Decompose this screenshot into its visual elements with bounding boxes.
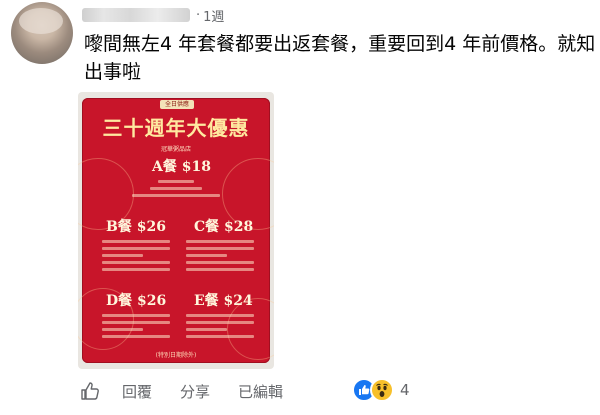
- comment-text: 嚟間無左4 年套餐都要出返套餐，重要回到4 年前價格。就知出事啦: [84, 33, 596, 83]
- reaction-summary[interactable]: 4: [352, 378, 410, 402]
- meal-c-items: [186, 236, 254, 275]
- comment-actions: 回覆 分享 已編輯: [80, 378, 283, 404]
- comment: · 1週 嚟間無左4 年套餐都要出返套餐，重要回到4 年前價格。就知出事啦: [82, 0, 600, 92]
- share-button[interactable]: 分享: [180, 381, 210, 402]
- meal-a: A餐 $18: [152, 156, 211, 176]
- poster-footer: (特別日期除外): [155, 352, 197, 359]
- meal-d-items: [102, 310, 170, 342]
- like-icon: [81, 382, 99, 400]
- meal-b-name: B餐: [106, 219, 132, 235]
- poster-title: 三十週年大優惠: [102, 116, 250, 140]
- meal-b-price: $26: [136, 219, 166, 235]
- attached-photo[interactable]: 全日供應 三十週年大優惠 冠華粥品店 A餐 $18 B餐 $26 C餐 $28: [78, 92, 274, 369]
- meal-a-items: [132, 176, 220, 201]
- meal-b-items: [102, 236, 170, 275]
- time-separator: ·: [196, 7, 201, 23]
- meal-e: E餐 $24: [194, 290, 253, 310]
- meal-a-name: A餐: [152, 159, 177, 175]
- meal-b: B餐 $26: [106, 216, 166, 236]
- meal-e-name: E餐: [194, 293, 219, 309]
- promo-poster: 全日供應 三十週年大優惠 冠華粥品店 A餐 $18 B餐 $26 C餐 $28: [78, 98, 274, 363]
- meal-e-items: [186, 310, 254, 342]
- edited-label[interactable]: 已編輯: [238, 381, 283, 402]
- reply-button[interactable]: 回覆: [122, 381, 152, 402]
- like-button[interactable]: [80, 381, 100, 401]
- meal-d-name: D餐: [106, 293, 133, 309]
- poster-subtitle: 冠華粥品店: [160, 146, 191, 153]
- meal-e-price: $24: [223, 293, 253, 309]
- meal-d-price: $26: [137, 293, 167, 309]
- comment-header: · 1週: [82, 4, 224, 26]
- comment-time[interactable]: 1週: [203, 6, 224, 25]
- meal-d: D餐 $26: [106, 290, 166, 310]
- poster-top-tag: 全日供應: [160, 100, 194, 109]
- meal-c: C餐 $28: [194, 216, 253, 236]
- wow-reaction-icon: [370, 378, 394, 402]
- meal-a-price: $18: [181, 159, 211, 175]
- reaction-count[interactable]: 4: [400, 381, 410, 399]
- meal-c-name: C餐: [194, 219, 220, 235]
- author-name-blurred[interactable]: [82, 8, 190, 22]
- avatar[interactable]: [11, 2, 73, 64]
- meal-c-price: $28: [224, 219, 254, 235]
